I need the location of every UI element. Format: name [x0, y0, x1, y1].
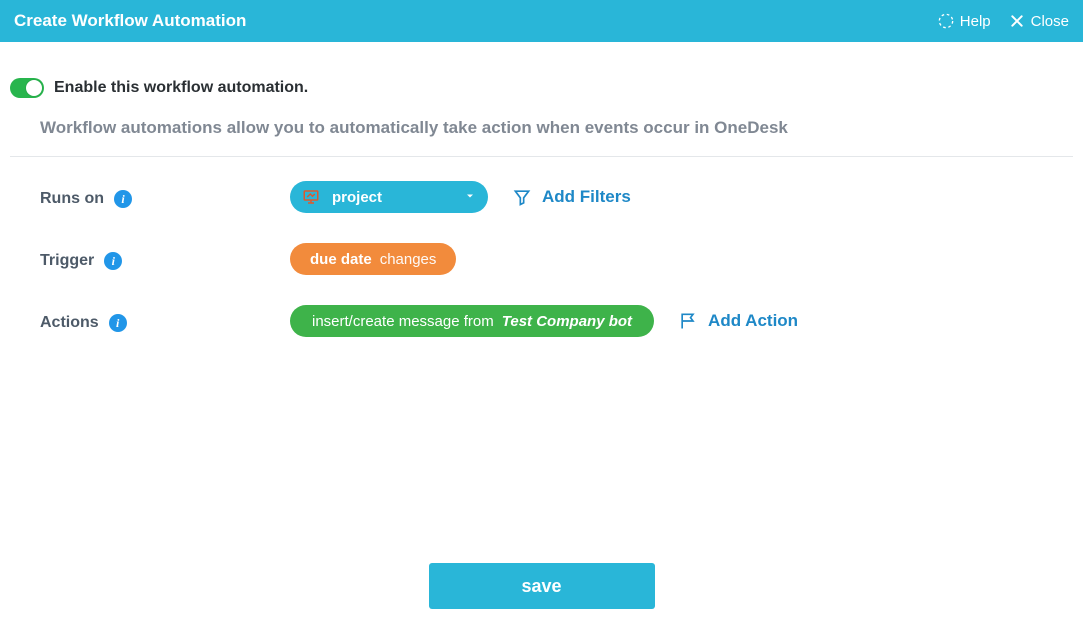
dialog-titlebar: Create Workflow Automation Help Close: [0, 0, 1083, 42]
close-icon: [1009, 13, 1025, 29]
action-text: insert/create message from: [312, 313, 494, 330]
runs-on-label-wrap: Runs on i: [40, 181, 290, 213]
filter-icon: [512, 187, 532, 207]
actions-label-wrap: Actions i: [40, 305, 290, 337]
add-filters-button[interactable]: Add Filters: [512, 187, 631, 207]
runs-on-select[interactable]: project: [290, 181, 488, 213]
action-pill[interactable]: insert/create message from Test Company …: [290, 305, 654, 337]
trigger-op: changes: [380, 251, 437, 268]
trigger-field: due date: [310, 251, 372, 268]
toggle-knob: [26, 80, 42, 96]
actions-label: Actions: [40, 314, 99, 332]
close-button[interactable]: Close: [1009, 13, 1069, 30]
save-button[interactable]: save: [429, 563, 655, 609]
enable-label: Enable this workflow automation.: [54, 79, 308, 97]
project-icon: [302, 188, 320, 206]
divider: [10, 156, 1073, 157]
close-label: Close: [1031, 13, 1069, 30]
chevron-down-icon: [464, 189, 476, 206]
description-text: Workflow automations allow you to automa…: [10, 118, 1073, 156]
enable-toggle[interactable]: [10, 78, 44, 98]
trigger-label: Trigger: [40, 252, 94, 270]
flag-icon: [678, 311, 698, 331]
trigger-label-wrap: Trigger i: [40, 243, 290, 275]
add-action-label: Add Action: [708, 311, 798, 331]
runs-on-selected: project: [332, 189, 382, 206]
add-filters-label: Add Filters: [542, 187, 631, 207]
help-button[interactable]: Help: [938, 13, 991, 30]
action-from: Test Company bot: [502, 313, 632, 330]
add-action-button[interactable]: Add Action: [678, 311, 798, 331]
runs-on-label: Runs on: [40, 190, 104, 208]
dialog-title: Create Workflow Automation: [14, 11, 246, 31]
trigger-pill[interactable]: due date changes: [290, 243, 456, 275]
lifebuoy-icon: [938, 13, 954, 29]
info-icon[interactable]: i: [104, 252, 122, 270]
help-label: Help: [960, 13, 991, 30]
info-icon[interactable]: i: [109, 314, 127, 332]
info-icon[interactable]: i: [114, 190, 132, 208]
